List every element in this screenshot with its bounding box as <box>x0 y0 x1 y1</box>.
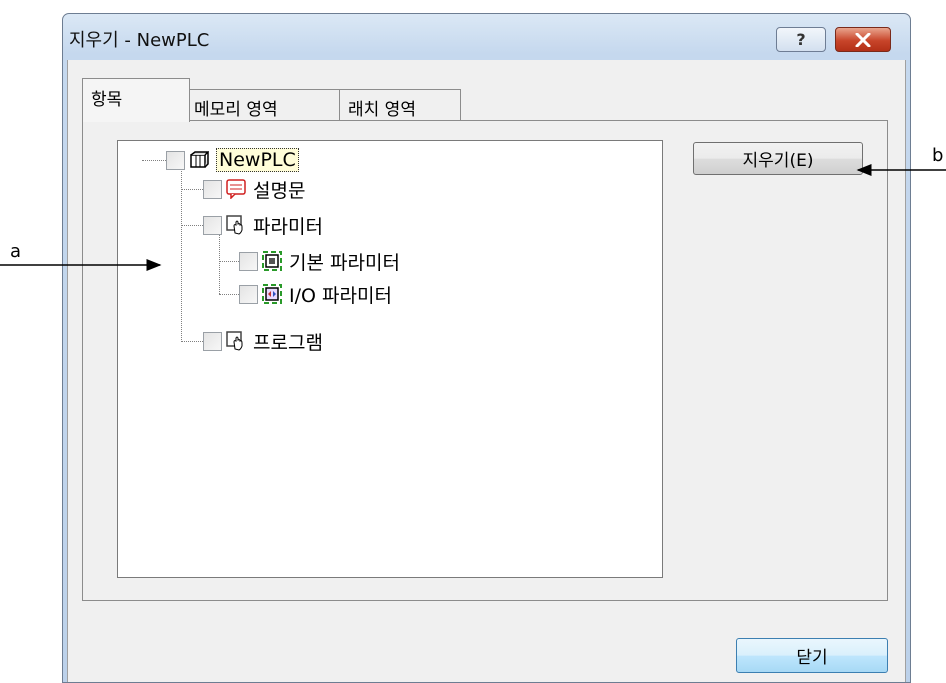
tree-connector <box>181 225 203 226</box>
tree-node-parameter[interactable]: 파라미터 <box>203 212 323 238</box>
basic-parameter-icon <box>261 250 283 272</box>
window-close-button[interactable] <box>835 27 891 52</box>
tree-node-newplc[interactable]: NewPLC <box>166 147 299 173</box>
tree-node-label: I/O 파라미터 <box>289 284 392 307</box>
tree-connector <box>181 169 182 342</box>
item-tree[interactable]: NewPLC 설명문 파라미터 기본 파라미터 I/O 파라미터 프로그램 <box>117 140 663 578</box>
checkbox[interactable] <box>203 179 222 199</box>
help-icon: ? <box>796 30 806 49</box>
tab-memory-area-label: 메모리 영역 <box>194 100 278 120</box>
checkbox[interactable] <box>203 331 222 351</box>
tree-connector <box>219 235 220 294</box>
dialog-client-area: 항목 메모리 영역 래치 영역 NewPLC 설명문 파라미터 기본 파라미터 … <box>67 60 906 682</box>
checkbox[interactable] <box>239 251 258 271</box>
plc-icon <box>188 149 210 171</box>
close-button-label: 닫기 <box>796 648 828 668</box>
title-bar[interactable]: 지우기 - NewPLC ? <box>63 14 910 64</box>
close-button[interactable]: 닫기 <box>736 638 888 673</box>
annotation-label-b: b <box>932 145 944 166</box>
tree-node-comment[interactable]: 설명문 <box>203 176 305 202</box>
io-parameter-icon <box>261 283 283 305</box>
tab-panel-items: NewPLC 설명문 파라미터 기본 파라미터 I/O 파라미터 프로그램 <box>82 120 888 601</box>
tab-latch-area[interactable]: 래치 영역 <box>339 89 461 121</box>
erase-button-label: 지우기(E) <box>742 151 814 171</box>
tab-items-label: 항목 <box>91 90 123 110</box>
window-title: 지우기 - NewPLC <box>69 30 210 51</box>
tab-items[interactable]: 항목 <box>82 78 190 122</box>
erase-button[interactable]: 지우기(E) <box>693 142 863 175</box>
tree-node-io-parameter[interactable]: I/O 파라미터 <box>239 281 392 307</box>
tab-latch-area-label: 래치 영역 <box>348 100 416 120</box>
tree-node-program[interactable]: 프로그램 <box>203 328 323 354</box>
tree-node-label: 기본 파라미터 <box>289 251 400 274</box>
delete-dialog: 지우기 - NewPLC ? 항목 메모리 영역 래치 영역 NewPLC 설명… <box>62 13 911 683</box>
tree-connector <box>142 160 166 161</box>
tree-connector <box>219 261 239 262</box>
help-button[interactable]: ? <box>776 27 826 52</box>
tree-connector <box>181 341 203 342</box>
parameter-icon <box>225 214 247 236</box>
comment-icon <box>225 178 247 200</box>
close-icon <box>855 32 871 47</box>
tree-node-label: 파라미터 <box>253 215 323 238</box>
annotation-label-a: a <box>10 241 22 262</box>
program-icon <box>225 330 247 352</box>
tree-node-basic-parameter[interactable]: 기본 파라미터 <box>239 248 400 274</box>
tree-connector <box>181 189 203 190</box>
tree-node-label: NewPLC <box>216 148 299 172</box>
checkbox[interactable] <box>239 284 258 304</box>
tree-node-label: 프로그램 <box>253 331 323 354</box>
checkbox[interactable] <box>166 150 185 170</box>
tree-connector <box>219 294 239 295</box>
tree-node-label: 설명문 <box>253 179 306 202</box>
checkbox[interactable] <box>203 215 222 235</box>
tab-memory-area[interactable]: 메모리 영역 <box>185 89 340 121</box>
